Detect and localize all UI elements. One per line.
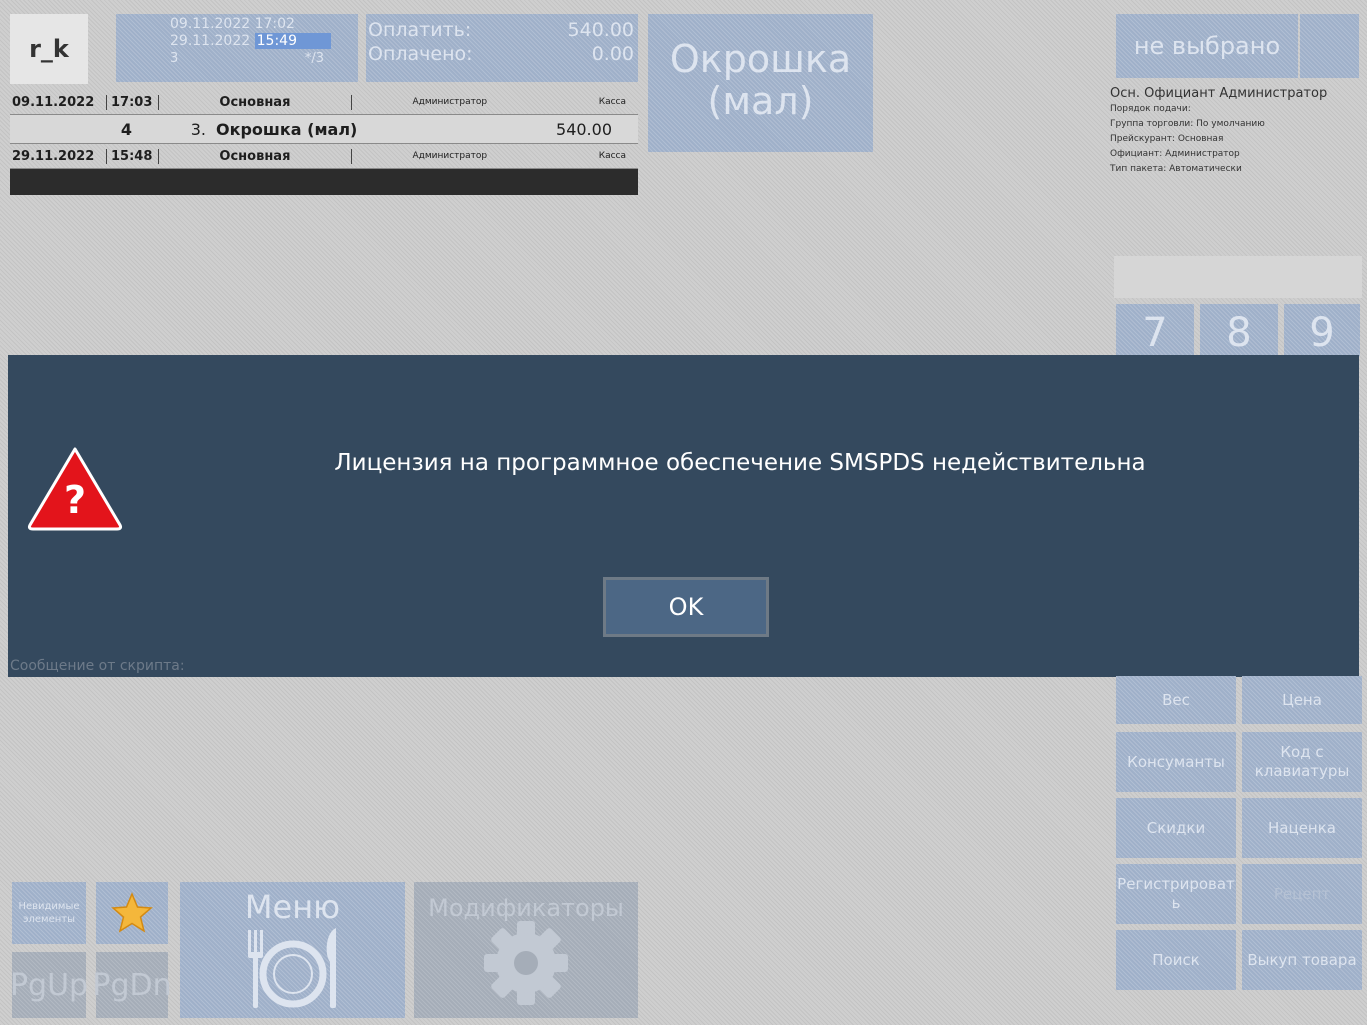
star-icon xyxy=(111,892,153,933)
buyback-button[interactable]: Выкуп товара xyxy=(1242,930,1362,990)
order-list: 09.11.2022 17:03 Основная Администратор … xyxy=(10,90,638,195)
search-button[interactable]: Поиск xyxy=(1116,930,1236,990)
selected-dish-button[interactable]: Окрошка (мал) xyxy=(648,14,873,152)
open-datetime: 09.11.2022 17:02 xyxy=(170,16,295,32)
consumables-button[interactable]: Консуманты xyxy=(1116,732,1236,792)
order-info-header: Осн. Официант Администратор xyxy=(1110,86,1328,101)
order-item-row[interactable]: 4 3. Окрошка (мал) 540.00 xyxy=(10,115,638,144)
guest-count: 3 xyxy=(170,51,179,66)
to-pay-value: 540.00 xyxy=(567,19,634,41)
item-number: 3. xyxy=(190,119,206,139)
menu-button[interactable]: Меню xyxy=(180,882,405,1018)
markup-button[interactable]: Наценка xyxy=(1242,798,1362,858)
weight-button[interactable]: Вес xyxy=(1116,676,1236,724)
item-price: 540.00 xyxy=(556,119,612,139)
favorites-button[interactable] xyxy=(96,882,168,944)
invisible-elements-button[interactable]: Невидимые элементы xyxy=(12,882,86,944)
menu-label: Меню xyxy=(244,888,341,926)
ok-button[interactable]: OK xyxy=(603,577,769,637)
order-header-row[interactable]: 29.11.2022 15:48 Основная Администратор … xyxy=(10,144,638,169)
table-number: */3 xyxy=(304,51,324,66)
svg-text:?: ? xyxy=(64,478,86,522)
to-pay-label: Оплатить: xyxy=(368,19,472,41)
current-time: 15:49 xyxy=(254,33,331,49)
paid-label: Оплачено: xyxy=(368,43,473,65)
keypad-display xyxy=(1114,256,1362,298)
script-message-label: Сообщение от скрипта: xyxy=(10,658,185,674)
item-name: Окрошка (мал) xyxy=(216,119,358,139)
page-up-button[interactable]: PgUp xyxy=(10,952,88,1018)
price-button[interactable]: Цена xyxy=(1242,676,1362,724)
waiter-select-extra[interactable] xyxy=(1300,14,1359,78)
session-info[interactable]: 09.11.2022 17:02 29.11.2022 15:49 3 */3 xyxy=(116,14,358,82)
gear-icon xyxy=(484,921,568,1005)
dialog-message: Лицензия на программное обеспечение SMSP… xyxy=(334,450,1146,476)
order-header-row[interactable]: 09.11.2022 17:03 Основная Администратор … xyxy=(10,90,638,115)
register-button[interactable]: Регистрироват ь xyxy=(1116,864,1236,924)
paid-value: 0.00 xyxy=(591,43,634,65)
page-down-button[interactable]: PgDn xyxy=(92,952,172,1018)
order-info-panel: Осн. Официант Администратор Порядок пода… xyxy=(1110,86,1360,177)
plate-cutlery-icon xyxy=(247,928,336,1008)
recipe-button[interactable]: Рецепт xyxy=(1242,864,1362,924)
warning-icon: ? xyxy=(27,447,123,531)
current-datetime: 29.11.2022 15:49 xyxy=(170,33,358,50)
modifiers-button[interactable]: Модификаторы xyxy=(414,882,638,1018)
discounts-button[interactable]: Скидки xyxy=(1116,798,1236,858)
restaurant-logo: r_k xyxy=(10,14,88,84)
key-8[interactable]: 8 xyxy=(1200,304,1278,356)
key-7[interactable]: 7 xyxy=(1116,304,1194,356)
waiter-select-button[interactable]: не выбрано xyxy=(1116,14,1298,78)
item-qty: 4 xyxy=(120,119,132,139)
key-9[interactable]: 9 xyxy=(1284,304,1360,356)
keyboard-code-button[interactable]: Код с клавиатуры xyxy=(1242,732,1362,792)
order-selection-bar xyxy=(10,169,638,195)
payment-summary: Оплатить: 540.00 Оплачено: 0.00 xyxy=(366,14,638,82)
